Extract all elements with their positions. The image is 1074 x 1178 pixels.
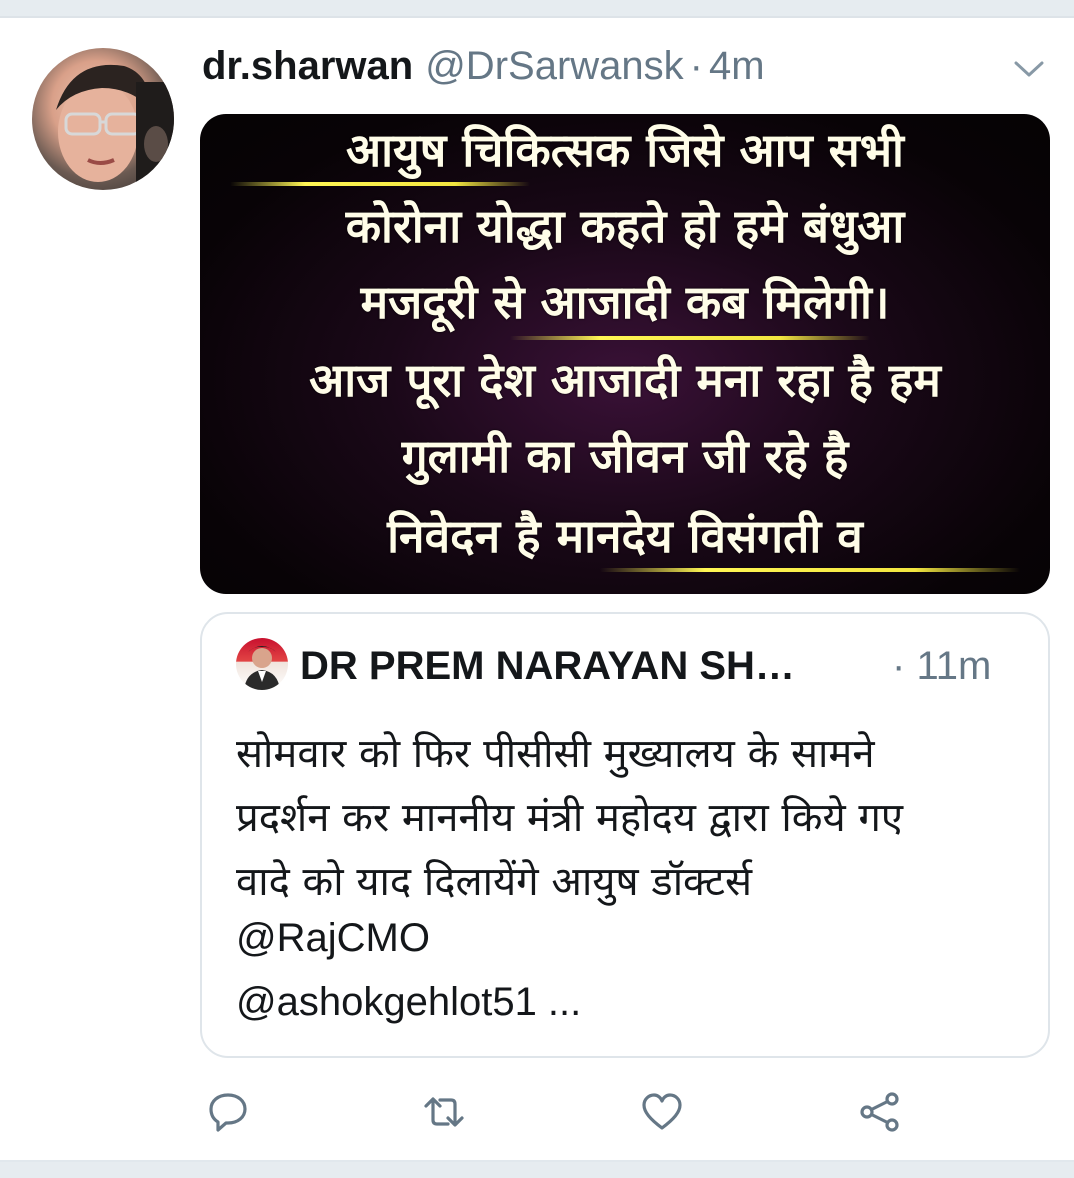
media-text-line: कोरोना योद्धा कहते हो हमे बंधुआ <box>345 199 905 253</box>
heart-icon[interactable] <box>640 1090 684 1134</box>
tweet-timestamp[interactable]: 4m <box>709 44 765 89</box>
media-text-line: गुलामी का जीवन जी रहे है <box>401 429 849 483</box>
media-highlight <box>510 336 870 340</box>
quoted-text-line: वादे को याद दिलायेंगे आयुष डॉक्टर्स <box>236 859 753 905</box>
tweet-header: dr.sharwan @DrSarwansk · 4m <box>202 44 765 98</box>
retweet-icon[interactable] <box>422 1090 466 1134</box>
quoted-mention-ashokgehlot51[interactable]: @ashokgehlot51 ... <box>236 980 1036 1025</box>
reply-icon[interactable] <box>206 1090 250 1134</box>
share-icon[interactable] <box>858 1090 902 1134</box>
avatar-photo <box>56 64 174 190</box>
top-separator-band <box>0 0 1074 16</box>
media-text-line: मजदूरी से आजादी कब मिलेगी। <box>360 275 890 329</box>
quoted-author-avatar[interactable] <box>236 638 288 690</box>
author-handle[interactable]: @DrSarwansk <box>425 44 683 89</box>
media-text-line: आज पूरा देश आजादी मना रहा है हम <box>309 353 941 407</box>
media-highlight <box>600 568 1020 572</box>
header-separator: · <box>689 44 703 88</box>
quoted-text-line: सोमवार को फिर पीसीसी मुख्यालय के सामने <box>236 731 875 777</box>
quoted-timestamp[interactable]: · 11m <box>892 644 991 689</box>
media-highlight <box>230 182 530 186</box>
author-avatar[interactable] <box>32 48 174 190</box>
tweet-media-image[interactable]: आयुष चिकित्सक जिसे आप सभी कोरोना योद्धा … <box>200 114 1050 594</box>
author-name[interactable]: dr.sharwan <box>202 44 413 89</box>
media-text-line: निवेदन है मानदेय विसंगती व <box>387 509 863 563</box>
quoted-author-name[interactable]: DR PREM NARAYAN SH… <box>300 644 795 689</box>
chevron-down-icon[interactable] <box>1012 56 1046 82</box>
quoted-mention-rajcmo[interactable]: @RajCMO <box>236 916 1036 961</box>
bottom-separator-band <box>0 1162 1074 1178</box>
top-divider <box>0 16 1074 18</box>
media-text-line: आयुष चिकित्सक जिसे आप सभी <box>346 123 904 177</box>
quoted-text-line: प्रदर्शन कर माननीय मंत्री महोदय द्वारा क… <box>236 795 904 841</box>
quoted-time: 11m <box>916 644 992 688</box>
quoted-tweet-card[interactable]: DR PREM NARAYAN SH… · 11m सोमवार को फिर … <box>200 612 1050 1058</box>
quoted-avatar-photo <box>244 646 280 690</box>
quoted-separator: · <box>892 644 906 688</box>
